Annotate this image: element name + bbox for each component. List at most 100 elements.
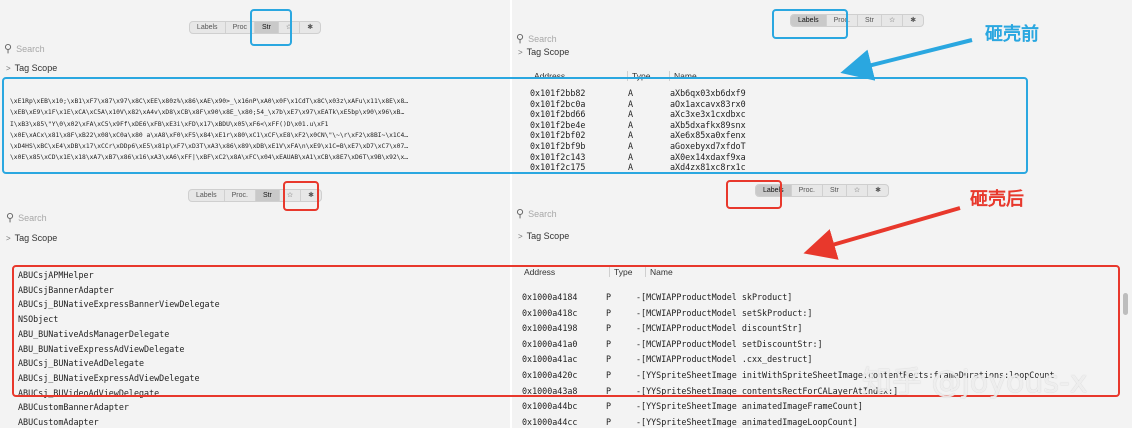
table-row[interactable]: 0x1000a4184 P -[MCWIAPProductModel skProdu… <box>522 290 1055 306</box>
table-row[interactable]: 0x1000a4198 P -[MCWIAPProductModel discoun… <box>522 321 1055 337</box>
search-input[interactable]: Search <box>528 209 557 219</box>
asterisk-icon[interactable]: ✱ <box>903 15 923 26</box>
list-item[interactable]: I\xB3\x85\"Y\0\x02\xFA\xC5\x9Ff\xDE6\xFB… <box>10 119 408 130</box>
address-cell: 0x1000a41a0 <box>522 338 578 349</box>
asterisk-icon[interactable]: ✱ <box>300 22 320 33</box>
star-icon[interactable]: ☆ <box>280 190 302 201</box>
tag-scope[interactable]: > Tag Scope <box>518 47 569 57</box>
star-icon[interactable]: ☆ <box>882 15 904 26</box>
segmented-control: Labels Proc. Str ☆ ✱ <box>790 14 925 27</box>
asterisk-icon[interactable]: ✱ <box>868 185 888 196</box>
toolbar: Labels Proc. Str ☆ ✱ <box>0 189 510 202</box>
column-address[interactable]: Address <box>534 71 628 81</box>
table-row[interactable]: 0x101f2c143 AaX0ex14xdaxf9xa <box>530 152 746 163</box>
table-row[interactable]: 0x1000a44bc P -[YYSpriteSheetImage animate… <box>522 399 1055 415</box>
name-cell: aGoxebyxd7xfdoT <box>670 140 746 151</box>
search-field[interactable]: ⚲ Search <box>6 211 47 224</box>
name-cell: -[MCWIAPProductModel discountStr] <box>636 323 803 334</box>
column-type[interactable]: Type <box>628 71 670 81</box>
tab-labels[interactable]: Labels <box>755 185 792 196</box>
string-list: \xE1Rp\xEB\x10;\xB1\xF7\x87\x97\x8C\xEE\… <box>10 96 408 164</box>
toolbar: Labels Proc Str ☆ ✱ <box>0 21 510 34</box>
table-row[interactable]: 0x101f2bd66 AaXc3xe3x1cxdbxc <box>530 109 746 120</box>
column-type[interactable]: Type <box>610 267 646 277</box>
table-row[interactable]: 0x101f2bf9b AaGoxebyxd7xfdoT <box>530 141 746 152</box>
tag-scope[interactable]: > Tag Scope <box>518 231 569 241</box>
address-cell: 0x101f2be4e <box>530 119 586 130</box>
toolbar: Labels Proc. Str ☆ ✱ <box>512 184 1132 197</box>
label-before: 砸壳前 <box>985 20 1039 46</box>
address-cell: 0x1000a44bc <box>522 401 578 412</box>
column-address[interactable]: Address <box>524 267 610 277</box>
tab-str[interactable]: Str <box>858 15 882 26</box>
type-cell: A <box>628 151 634 162</box>
table-row[interactable]: 0x1000a44cc P -[YYSpriteSheetImage animate… <box>522 415 1055 428</box>
tab-str[interactable]: Str <box>823 185 847 196</box>
table-row[interactable]: 0x101f2bc0a AaOx1axcavx83rx0 <box>530 99 746 110</box>
search-field[interactable]: ⚲ Search <box>516 32 557 45</box>
list-item[interactable]: ABUCsjAPMHelper <box>18 268 220 283</box>
name-cell: aOx1axcavx83rx0 <box>670 98 746 109</box>
column-name[interactable]: Name <box>670 71 701 81</box>
scrollbar[interactable] <box>1123 293 1128 315</box>
type-cell: P <box>606 338 612 349</box>
tag-scope-label: Tag Scope <box>526 231 570 241</box>
list-item[interactable]: ABUCsjBannerAdapter <box>18 283 220 298</box>
tag-scope[interactable]: > Tag Scope <box>6 233 57 243</box>
star-icon[interactable]: ☆ <box>847 185 869 196</box>
list-item[interactable]: ABUCsj_BUNativeExpressAdViewDelegate <box>18 371 220 386</box>
address-cell: 0x101f2c143 <box>530 151 586 162</box>
list-item[interactable]: ABUCsj_BUVideoAdViewDelegate <box>18 386 220 401</box>
list-item[interactable]: \xD4HS\xBC\xE4\xDB\x17\xCCr\xDDp6\xE5\x8… <box>10 141 408 152</box>
name-cell: -[YYSpriteSheetImage animatedImageLoopCo… <box>636 416 858 427</box>
tab-proc[interactable]: Proc. <box>827 15 858 26</box>
address-cell: 0x1000a4184 <box>522 292 578 302</box>
search-field[interactable]: ⚲ Search <box>516 207 557 220</box>
list-item[interactable]: \xEB\xE9\x1F\x1E\xCA\xC5A\x10V\x82\xA4v\… <box>10 107 408 118</box>
list-item[interactable]: ABUCsj_BUNativeAdDelegate <box>18 356 220 371</box>
search-input[interactable]: Search <box>528 34 557 44</box>
list-item[interactable]: NSObject <box>18 312 220 327</box>
type-cell: P <box>606 416 612 427</box>
list-item[interactable]: ABU_BUNativeAdsManagerDelegate <box>18 327 220 342</box>
tab-proc[interactable]: Proc. <box>225 190 256 201</box>
list-item[interactable]: ABUCsj_BUNativeExpressBannerViewDelegate <box>18 297 220 312</box>
star-icon[interactable]: ☆ <box>279 22 301 33</box>
search-input[interactable]: Search <box>16 44 45 54</box>
address-cell: 0x101f2bf02 <box>530 130 586 141</box>
asterisk-icon[interactable]: ✱ <box>301 190 321 201</box>
name-cell: aXb5dxafkx89snx <box>670 119 746 130</box>
type-cell: A <box>628 88 634 98</box>
table-row[interactable]: 0x1000a41a0 P -[MCWIAPProductModel setDisc… <box>522 337 1055 353</box>
list-item[interactable]: \xE1Rp\xEB\x10;\xB1\xF7\x87\x97\x8C\xEE\… <box>10 96 408 107</box>
table-row[interactable]: 0x101f2bf02 AaXe6x85xa0xfenx <box>530 130 746 141</box>
panel-bottom-left: Labels Proc. Str ☆ ✱ ⚲ Search > Tag Scope… <box>0 182 510 428</box>
table-row[interactable]: 0x101f2c175 AaXd4zx81xc8rx1c <box>530 162 746 173</box>
tab-labels[interactable]: Labels <box>190 22 226 33</box>
label-before-text: 砸壳前 <box>985 24 1039 45</box>
list-item[interactable]: \x0E\xACx\x81\x8F\xB22\x08\xC0a\x80 a\xA… <box>10 130 408 141</box>
tab-proc[interactable]: Proc. <box>792 185 823 196</box>
tab-labels[interactable]: Labels <box>189 190 225 201</box>
column-name[interactable]: Name <box>646 267 677 277</box>
string-list: ABUCsjAPMHelper ABUCsjBannerAdapter ABUC… <box>18 268 220 428</box>
name-cell: -[MCWIAPProductModel skProduct] <box>636 292 793 302</box>
table-row[interactable]: 0x1000a418c P -[MCWIAPProductModel setSkPr… <box>522 306 1055 322</box>
search-input[interactable]: Search <box>18 213 47 223</box>
tab-labels[interactable]: Labels <box>791 15 827 26</box>
table-row[interactable]: 0x101f2be4e AaXb5dxafkx89snx <box>530 120 746 131</box>
search-icon: ⚲ <box>6 212 15 224</box>
tag-scope[interactable]: > Tag Scope <box>6 63 57 73</box>
tab-proc[interactable]: Proc <box>226 22 255 33</box>
list-item[interactable]: ABUCustomAdapter <box>18 415 220 428</box>
tab-str[interactable]: Str <box>255 190 280 201</box>
address-cell: 0x101f2bb82 <box>530 88 586 98</box>
type-cell: P <box>606 307 612 318</box>
search-icon: ⚲ <box>516 33 525 45</box>
table-row[interactable]: 0x101f2bb82 AaXb6qx03xb6dxf9 <box>530 88 746 99</box>
list-item[interactable]: ABUCustomBannerAdapter <box>18 400 220 415</box>
search-field[interactable]: ⚲ Search <box>4 42 45 55</box>
list-item[interactable]: \x0E\x85\xCD\x1E\x18\xA7\xB7\x86\x16\xA3… <box>10 152 408 163</box>
list-item[interactable]: ABU_BUNativeExpressAdViewDelegate <box>18 342 220 357</box>
tab-str[interactable]: Str <box>254 22 279 33</box>
